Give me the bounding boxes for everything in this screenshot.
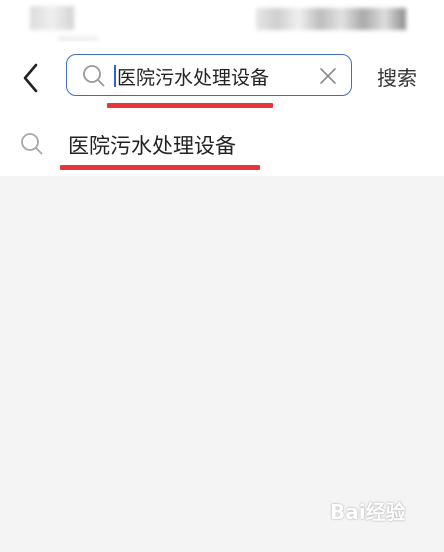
search-header: 搜索: [0, 42, 444, 120]
search-icon: [83, 65, 105, 87]
search-icon: [21, 133, 43, 155]
text-cursor: [114, 65, 116, 87]
search-box[interactable]: [66, 54, 352, 96]
status-bar-blur-right: [256, 8, 406, 30]
search-button[interactable]: 搜索: [377, 62, 417, 91]
annotation-underline-suggestion: [60, 165, 260, 170]
status-bar: [0, 0, 444, 42]
watermark: Bai经验: [330, 500, 406, 524]
annotation-underline-input: [107, 103, 273, 108]
back-button[interactable]: [14, 60, 50, 96]
suggestion-text: 医院污水处理设备: [68, 134, 236, 158]
search-input[interactable]: [117, 61, 307, 91]
close-icon[interactable]: [317, 65, 339, 87]
chevron-left-icon: [23, 63, 38, 93]
status-bar-blur-left: [30, 6, 74, 30]
